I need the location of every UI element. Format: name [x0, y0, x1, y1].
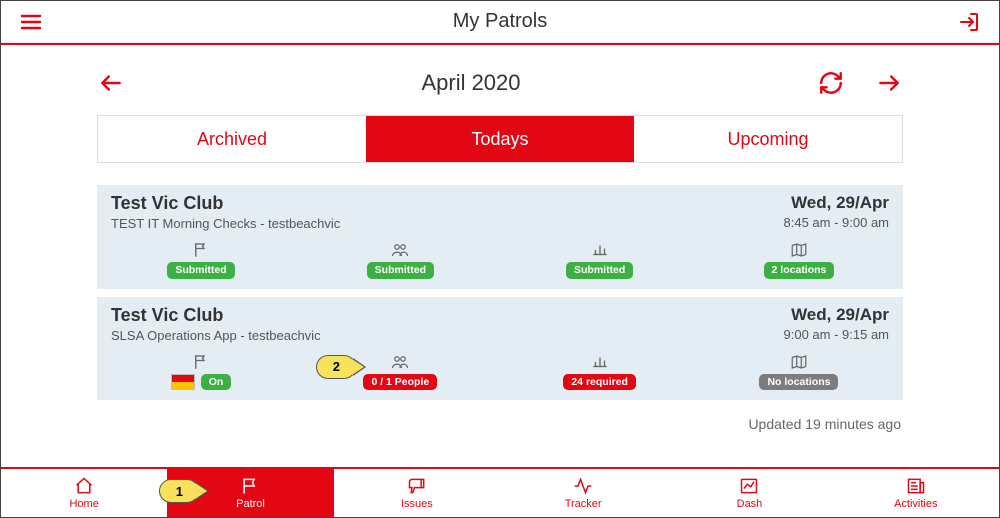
- bar-chart-icon: [589, 353, 611, 371]
- nav-patrol[interactable]: 1 Patrol: [167, 467, 333, 517]
- status-badge: 2 locations: [764, 262, 835, 279]
- metric-stats: 24 required: [550, 353, 650, 391]
- metric-locations: No locations: [749, 353, 849, 391]
- thumbs-down-icon: [406, 476, 428, 496]
- logout-icon[interactable]: [955, 8, 983, 36]
- club-name: Test Vic Club: [111, 305, 321, 326]
- patrol-card[interactable]: Test Vic Club TEST IT Morning Checks - t…: [97, 185, 903, 289]
- tab-upcoming[interactable]: Upcoming: [634, 116, 902, 162]
- nav-issues[interactable]: Issues: [334, 469, 500, 517]
- status-badge: Submitted: [367, 262, 434, 279]
- top-bar: My Patrols: [1, 1, 999, 43]
- refresh-icon[interactable]: [817, 69, 845, 97]
- home-icon: [73, 476, 95, 496]
- status-badge: 24 required: [563, 374, 636, 391]
- people-icon: [389, 353, 411, 371]
- status-badge: Submitted: [167, 262, 234, 279]
- patrol-subtitle: SLSA Operations App - testbeachvic: [111, 328, 321, 343]
- main-content: April 2020 Archived Todays Upcoming Test: [1, 45, 999, 432]
- bar-chart-icon: [589, 241, 611, 259]
- menu-icon[interactable]: [17, 8, 45, 36]
- nav-label: Dash: [737, 498, 763, 510]
- bottom-nav: Home 1 Patrol Issues Tracker Dash Activi…: [1, 467, 999, 517]
- page-title: My Patrols: [45, 10, 955, 33]
- nav-home[interactable]: Home: [1, 469, 167, 517]
- metric-people: Submitted: [350, 241, 450, 279]
- chart-line-icon: [738, 476, 760, 496]
- tab-todays[interactable]: Todays: [366, 116, 634, 162]
- activity-icon: [572, 476, 594, 496]
- nav-label: Patrol: [236, 498, 265, 510]
- nav-tracker[interactable]: Tracker: [500, 469, 666, 517]
- status-badge: On: [201, 374, 232, 391]
- club-name: Test Vic Club: [111, 193, 340, 214]
- nav-label: Issues: [401, 498, 433, 510]
- patrol-date: Wed, 29/Apr: [784, 193, 890, 213]
- month-label: April 2020: [421, 70, 520, 96]
- nav-label: Tracker: [565, 498, 602, 510]
- annotation-callout: 2: [316, 355, 356, 379]
- metric-status: Submitted: [151, 241, 251, 279]
- metric-locations: 2 locations: [749, 241, 849, 279]
- flag-icon: [190, 241, 212, 259]
- month-nav: April 2020: [97, 55, 903, 115]
- lifesaving-flag-icon: [171, 374, 195, 390]
- metric-people: 2 0 / 1 People: [350, 353, 450, 391]
- prev-month-arrow-icon[interactable]: [97, 69, 125, 97]
- metric-stats: Submitted: [550, 241, 650, 279]
- status-badge: No locations: [759, 374, 838, 391]
- nav-dash[interactable]: Dash: [666, 469, 832, 517]
- people-icon: [389, 241, 411, 259]
- tab-bar: Archived Todays Upcoming: [97, 115, 903, 163]
- patrol-time: 9:00 am - 9:15 am: [784, 327, 890, 342]
- map-icon: [788, 353, 810, 371]
- next-month-arrow-icon[interactable]: [875, 69, 903, 97]
- patrol-date: Wed, 29/Apr: [784, 305, 890, 325]
- annotation-callout: 1: [159, 479, 199, 503]
- patrol-subtitle: TEST IT Morning Checks - testbeachvic: [111, 216, 340, 231]
- nav-activities[interactable]: Activities: [833, 469, 999, 517]
- nav-label: Activities: [894, 498, 937, 510]
- newspaper-icon: [905, 476, 927, 496]
- tab-archived[interactable]: Archived: [98, 116, 366, 162]
- status-badge: 0 / 1 People: [363, 374, 437, 391]
- map-icon: [788, 241, 810, 259]
- patrol-card[interactable]: Test Vic Club SLSA Operations App - test…: [97, 297, 903, 401]
- flag-icon: [190, 353, 212, 371]
- nav-label: Home: [69, 498, 98, 510]
- status-badge: Submitted: [566, 262, 633, 279]
- patrol-time: 8:45 am - 9:00 am: [784, 215, 890, 230]
- metric-status: On: [151, 353, 251, 391]
- last-updated: Updated 19 minutes ago: [97, 408, 903, 432]
- flag-icon: [239, 476, 261, 496]
